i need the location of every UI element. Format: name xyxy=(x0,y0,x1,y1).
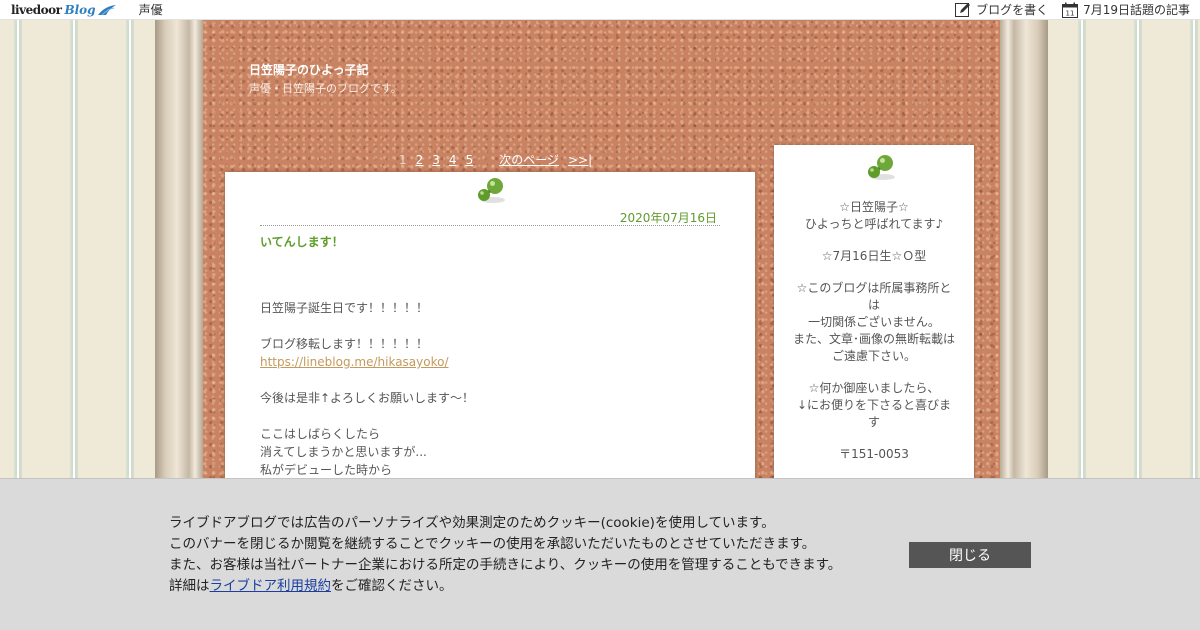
cookie-close-button[interactable]: 閉じる xyxy=(909,542,1031,568)
page-current: 1 xyxy=(399,152,407,167)
write-blog-label: ブログを書く xyxy=(976,3,1049,17)
calendar-day: 11 xyxy=(1066,9,1075,17)
profile-line: ご遠慮下さい。 xyxy=(831,349,916,363)
write-blog-link[interactable]: ブログを書く xyxy=(955,1,1048,18)
profile-line: ☆日笠陽子☆ xyxy=(839,200,909,214)
blog-description: 声優・日笠陽子のブログです。 xyxy=(249,82,402,95)
cookie-line: このバナーを閉じるか閲覧を継続することでクッキーの使用を承認いただいたものとさせ… xyxy=(169,536,816,552)
next-page-link[interactable]: 次のページ xyxy=(499,151,559,168)
post-line: ここはしばらくしたら xyxy=(260,427,381,441)
post-date: 2020年07月16日 xyxy=(619,211,717,225)
bird-icon xyxy=(97,4,116,15)
profile-line: ☆このブログは所属事務所とは xyxy=(796,281,952,312)
topbar-actions: ブログを書く 11 7月19日話題の記事 xyxy=(941,1,1190,18)
profile-postal-code: 〒151-0053 xyxy=(839,447,909,461)
profile-sidebar: ☆日笠陽子☆ ひよっちと呼ばれてます♪ ☆7月16日生☆Ｏ型 ☆このブログは所属… xyxy=(774,145,974,492)
profile-line: また、文章･画像の無断転載は xyxy=(792,332,955,346)
profile-line: 一切関係ございません。 xyxy=(808,315,940,329)
lineblog-link[interactable]: https://lineblog.me/hikasayoko/ xyxy=(260,355,449,369)
post-line: 消えてしまうかと思いますが... xyxy=(260,445,427,459)
post-divider xyxy=(260,225,720,226)
pushpin-icon xyxy=(478,178,505,203)
profile-line: ひよっちと呼ばれてます♪ xyxy=(804,217,944,231)
calendar-icon: 11 xyxy=(1062,2,1079,18)
pushpin-icon xyxy=(868,155,895,180)
page-link-3[interactable]: 3 xyxy=(432,153,440,167)
blog-title[interactable]: 日笠陽子のひよっ子記 xyxy=(249,61,369,78)
post-body: 日笠陽子誕生日です！！！！！ ブログ移転します！！！！！！ https://li… xyxy=(260,299,720,479)
cookie-banner: ライブドアブログでは広告のパーソナライズや効果測定のためクッキー(cookie)… xyxy=(0,478,1200,630)
article-card: 2020年07月16日 いてんします！ 日笠陽子誕生日です！！！！！ ブログ移転… xyxy=(225,172,755,492)
topic-articles-link[interactable]: 11 7月19日話題の記事 xyxy=(1062,1,1190,18)
pencil-icon xyxy=(955,2,971,17)
topic-articles-label: 7月19日話題の記事 xyxy=(1083,3,1190,17)
cookie-detail-prefix: 詳細は xyxy=(169,578,210,594)
page-link-5[interactable]: 5 xyxy=(466,153,474,167)
cookie-line: ライブドアブログでは広告のパーソナライズや効果測定のためクッキー(cookie)… xyxy=(169,515,775,531)
page-link-4[interactable]: 4 xyxy=(449,153,457,167)
post-line: 日笠陽子誕生日です！！！！！ xyxy=(260,301,429,315)
post-title[interactable]: いてんします！ xyxy=(260,233,344,250)
cookie-notice-text: ライブドアブログでは広告のパーソナライズや効果測定のためクッキー(cookie)… xyxy=(169,513,841,597)
livedoor-blog-logo[interactable]: livedoor Blog xyxy=(11,3,117,17)
post-line: 今後は是非↑よろしくお願いします～！ xyxy=(260,391,475,405)
terms-of-use-link[interactable]: ライブドア利用規約 xyxy=(210,578,332,594)
profile-line: ☆何か御座いましたら、 xyxy=(808,381,940,395)
profile-line: ☆7月16日生☆Ｏ型 xyxy=(821,249,927,263)
cookie-line: また、お客様は当社パートナー企業における所定の手続きにより、クッキーの使用を管理… xyxy=(169,557,842,573)
cookie-detail-suffix: をご確認ください。 xyxy=(331,578,453,594)
profile-text: ☆日笠陽子☆ ひよっちと呼ばれてます♪ ☆7月16日生☆Ｏ型 ☆このブログは所属… xyxy=(792,199,956,463)
logo-blog-text: Blog xyxy=(64,2,96,17)
livedoor-topbar: livedoor Blog 声優 ブログを書く 11 7月19日話題の記事 xyxy=(0,0,1200,20)
cookie-line: 詳細はライブドア利用規約をご確認ください。 xyxy=(169,576,841,597)
pagination: 1 2 3 4 5 次のページ >>| xyxy=(399,151,601,168)
logo-wordmark: livedoor xyxy=(11,2,62,17)
post-line: ブログ移転します！！！！！！ xyxy=(260,337,429,351)
last-page-link[interactable]: >>| xyxy=(568,153,592,167)
post-line: 私がデビューした時から xyxy=(260,463,393,477)
page-link-2[interactable]: 2 xyxy=(416,153,424,167)
category-link-seiyuu[interactable]: 声優 xyxy=(139,1,163,18)
profile-line: ↓にお便りを下さると喜びます xyxy=(796,398,952,429)
